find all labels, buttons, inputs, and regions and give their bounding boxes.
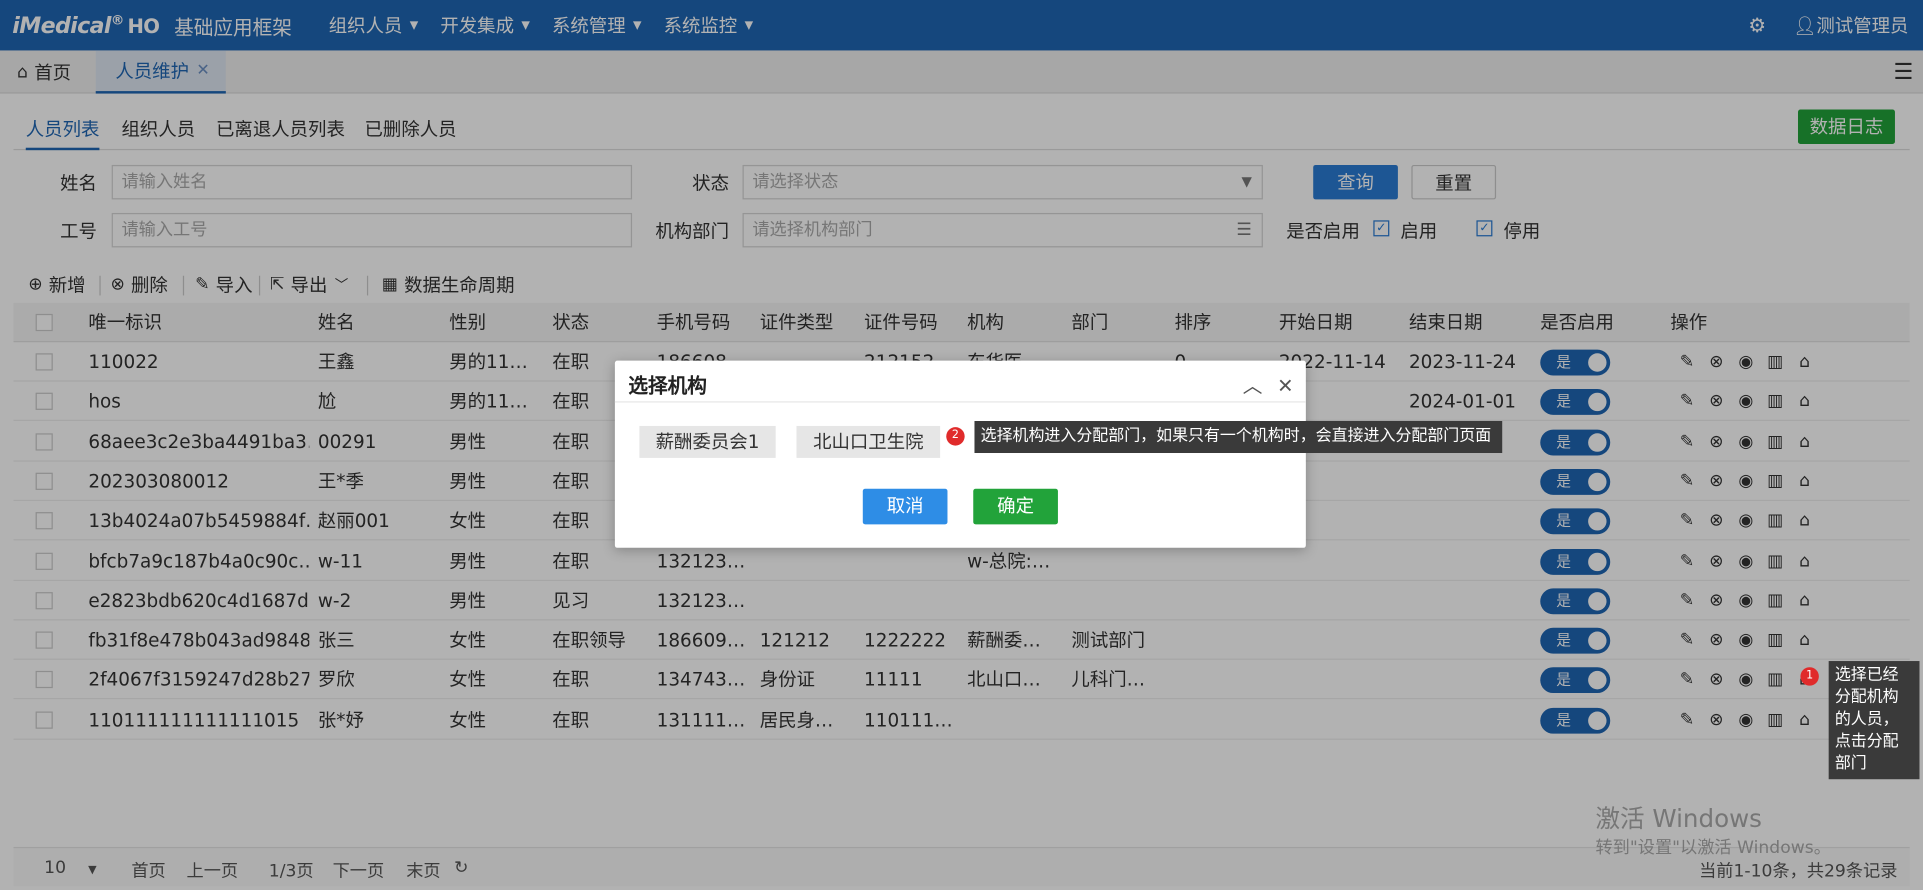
collapse-icon[interactable]: ︿ <box>1243 374 1263 397</box>
divider <box>614 401 1306 403</box>
dialog-controls: ︿ ✕ <box>1228 369 1294 399</box>
step-badge: 2 <box>946 427 965 446</box>
org-option-1[interactable]: 薪酬委员会1 <box>639 425 776 458</box>
step-badge: 1 <box>1800 667 1819 686</box>
select-org-dialog: 选择机构 ︿ ✕ 薪酬委员会1 北山口卫生院 取消 确定 <box>614 360 1306 548</box>
cancel-button[interactable]: 取消 <box>862 488 948 525</box>
close-icon[interactable]: ✕ <box>1277 374 1293 397</box>
org-option-2[interactable]: 北山口卫生院 <box>796 425 941 458</box>
confirm-button[interactable]: 确定 <box>973 488 1058 525</box>
dialog-title: 选择机构 <box>628 374 707 398</box>
app-page: iMedical® HO 基础应用框架 组织人员 ▼ 开发集成 ▼ 系统管理 ▼ 系统监… <box>0 0 1923 890</box>
hint-tooltip: 选择机构进入分配部门，如果只有一个机构时，会直接进入分配部门页面 <box>974 421 1503 454</box>
hint-tooltip: 选择已经 分配机构 的人员， 点击分配 部门 <box>1828 661 1920 780</box>
